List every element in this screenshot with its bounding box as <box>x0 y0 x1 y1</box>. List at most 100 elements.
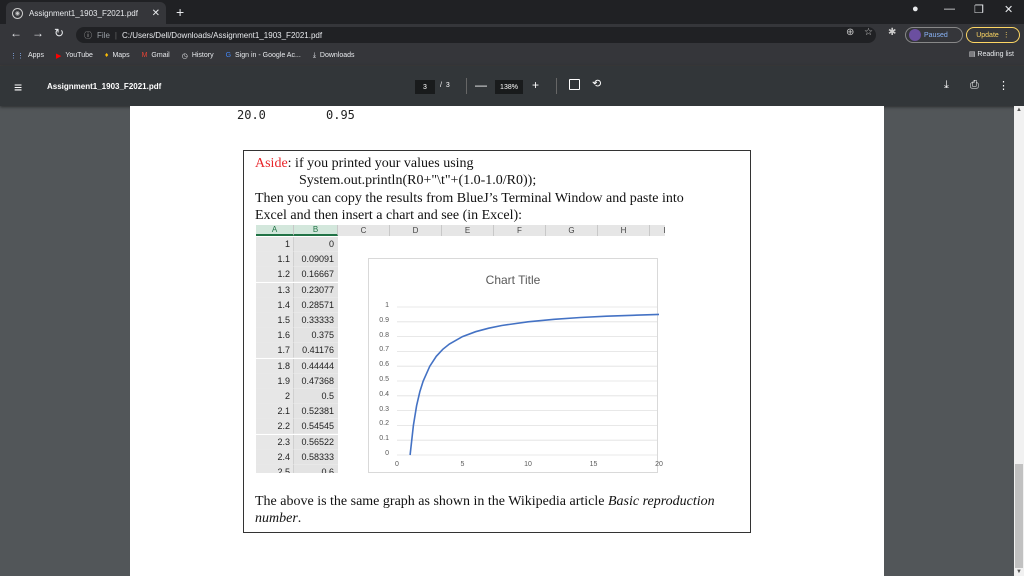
bookmark-star-icon[interactable]: ☆ <box>864 27 873 38</box>
bookmark-label: Maps <box>112 52 130 59</box>
tab-title: Assignment1_1903_F2021.pdf <box>29 8 138 18</box>
cell-one-minus-inverse: 0.54545 <box>294 419 338 435</box>
series-line <box>409 313 659 456</box>
bookmark-apps[interactable]: ⋮⋮ Apps <box>10 52 44 60</box>
bookmarks-bar: ⋮⋮ Apps ▶ YouTube ♦ Maps M Gmail ◷ History GS… <box>0 46 1024 66</box>
scroll-up-icon[interactable]: ▲ <box>1016 107 1022 113</box>
fit-page-icon[interactable] <box>569 79 580 90</box>
cell-one-minus-inverse: 0.23077 <box>294 282 338 298</box>
hamburger-menu-icon[interactable]: ≡ <box>14 79 22 95</box>
print-icon[interactable]: ⎙ <box>970 79 979 92</box>
scroll-down-icon[interactable]: ▼ <box>1016 569 1022 575</box>
address-bar[interactable]: ⓘ File | C:/Users/Dell/Downloads/Assignm… <box>76 27 876 43</box>
close-tab-icon[interactable]: ✕ <box>152 8 160 19</box>
value-left: 20.0 <box>237 108 266 122</box>
excel-screenshot: ABCDEFGHI 1 0 1.1 0.09091 1.2 0.16667 1.3 0.230… <box>256 225 665 473</box>
aside-text: : if you printed your values using <box>287 156 474 171</box>
back-icon[interactable]: ← <box>10 26 22 40</box>
x-tick-label: 5 <box>460 461 465 468</box>
update-label: Update <box>976 31 999 39</box>
cell-one-minus-inverse: 0.6 <box>294 465 338 473</box>
cell-one-minus-inverse: 0.33333 <box>294 313 338 328</box>
page-number-input[interactable]: 3 <box>415 80 435 94</box>
page-separator: / <box>440 82 442 89</box>
forward-icon[interactable]: → <box>32 26 44 40</box>
scrollbar-thumb[interactable] <box>1015 464 1023 568</box>
y-tick-label: 1 <box>385 302 389 309</box>
cell-r0: 1.7 <box>256 343 294 359</box>
gmail-icon: M <box>141 52 148 59</box>
info-icon[interactable]: ⓘ <box>84 30 92 41</box>
aside-line4: Excel and then insert a chart and see (i… <box>255 208 523 223</box>
reading-list-label: Reading list <box>977 51 1014 58</box>
bookmark-maps[interactable]: ♦ Maps <box>105 52 130 59</box>
bookmark-gmail[interactable]: M Gmail <box>142 52 170 59</box>
zoom-out-icon[interactable]: — <box>475 78 487 92</box>
scheme-label: File <box>97 30 110 40</box>
page-total: / 3 <box>440 82 450 89</box>
cell-r0: 2 <box>256 389 294 404</box>
cell-r0: 2.4 <box>256 449 294 465</box>
close-window-icon[interactable]: ✕ <box>1004 3 1013 16</box>
x-tick-label: 15 <box>589 461 598 468</box>
update-button[interactable]: Update ⋮ <box>966 27 1020 43</box>
cell-r0: 2.5 <box>256 465 294 473</box>
rotate-icon[interactable]: ⟲ <box>592 77 601 90</box>
y-tick-label: 0.3 <box>379 405 389 413</box>
browser-tab[interactable]: ◉ Assignment1_1903_F2021.pdf ✕ <box>6 2 166 24</box>
url-text[interactable]: C:/Users/Dell/Downloads/Assignment1_1903… <box>122 31 322 40</box>
google-icon: G <box>225 52 232 59</box>
maximize-icon[interactable]: ❐ <box>974 3 984 16</box>
y-tick-label: 0.8 <box>379 331 389 339</box>
cell-one-minus-inverse: 0.52381 <box>294 404 338 420</box>
avatar <box>909 29 921 41</box>
cell-one-minus-inverse: 0.09091 <box>294 252 338 268</box>
extensions-icon[interactable]: ✱ <box>888 27 896 38</box>
minimize-icon[interactable]: — <box>944 3 955 15</box>
x-tick-label: 20 <box>655 461 663 468</box>
divider <box>466 78 467 94</box>
zoom-in-icon[interactable]: + <box>532 78 539 92</box>
cell-r0: 1.3 <box>256 282 294 298</box>
more-options-icon[interactable]: ⋮ <box>998 79 1009 92</box>
total-pages: 3 <box>445 82 450 89</box>
aside-label: Aside <box>255 156 288 171</box>
reading-list-button[interactable]: ▤ Reading list <box>969 50 1014 58</box>
download-pdf-icon[interactable]: ⤓ <box>944 79 949 92</box>
x-tick-label: 0 <box>395 461 399 468</box>
cell-one-minus-inverse: 0.375 <box>294 328 338 344</box>
kebab-menu-icon: ⋮ <box>1002 32 1010 39</box>
zoom-input[interactable]: 138% <box>495 80 523 94</box>
bookmark-label: History <box>191 52 214 59</box>
column-header: B <box>294 225 338 236</box>
aside-footer: The above is the same graph as shown in … <box>255 493 715 527</box>
x-tick-label: 10 <box>524 461 532 468</box>
bookmark-google-signin[interactable]: G Sign in - Google Ac... <box>226 52 301 59</box>
cell-one-minus-inverse: 0.44444 <box>294 358 338 374</box>
globe-icon: ◉ <box>12 7 23 19</box>
y-tick-label: 0.4 <box>379 390 389 398</box>
cell-r0: 1.8 <box>256 358 294 374</box>
apps-grid-icon: ⋮⋮ <box>10 52 24 60</box>
bookmark-label: Downloads <box>319 52 355 59</box>
column-header: A <box>256 225 294 236</box>
cell-r0: 1 <box>256 237 294 252</box>
profile-menu-icon[interactable]: ● <box>912 3 919 15</box>
pdf-toolbar: ≡ Assignment1_1903_F2021.pdf 3 / 3 — 138… <box>0 66 1024 106</box>
profile-button[interactable]: Paused <box>905 27 963 43</box>
cell-one-minus-inverse: 0.58333 <box>294 449 338 465</box>
profile-status: Paused <box>924 31 948 39</box>
zoom-icon[interactable]: ⊕ <box>846 27 854 38</box>
cell-r0: 2.1 <box>256 404 294 420</box>
aside-box: Aside: if you printed your values using … <box>243 150 751 533</box>
bookmark-downloads[interactable]: ⤓ Downloads <box>313 52 355 60</box>
vertical-scrollbar[interactable]: ▲ ▼ <box>1014 106 1024 576</box>
footer-italic: Basic reproduction <box>607 494 715 509</box>
bookmark-youtube[interactable]: ▶ YouTube <box>56 52 93 60</box>
bookmark-history[interactable]: ◷ History <box>182 52 214 60</box>
reload-icon[interactable]: ↻ <box>54 26 64 40</box>
column-header: H <box>598 225 650 236</box>
tab-strip: ◉ Assignment1_1903_F2021.pdf ✕ + ● — ❐ ✕ <box>0 0 1024 24</box>
new-tab-icon[interactable]: + <box>176 4 184 20</box>
cell-r0: 1.5 <box>256 313 294 328</box>
